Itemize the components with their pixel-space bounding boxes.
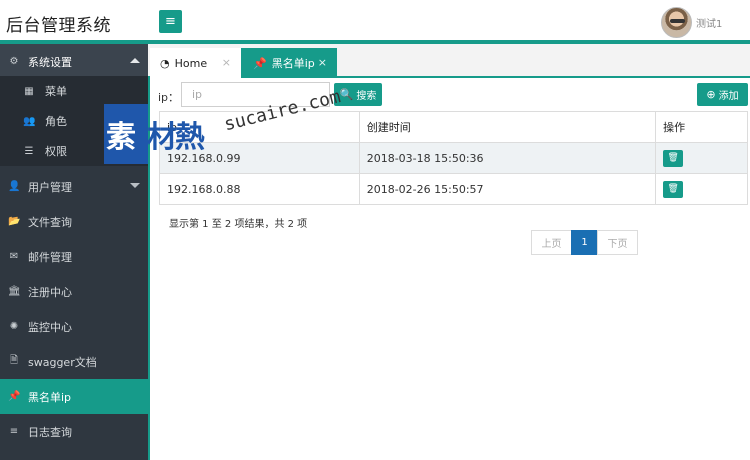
envelope-icon: ✉ <box>9 251 19 262</box>
watermark-text: 素 <box>106 120 136 155</box>
bank-icon: 🏛 <box>8 286 21 297</box>
dashboard-icon: ◔ <box>160 56 170 70</box>
list-icon: ☰ <box>24 145 34 157</box>
add-button[interactable]: ⊕ 添加 <box>697 83 748 106</box>
pagination: 上页 1 下页 <box>531 230 638 255</box>
user-name[interactable]: 测试1 <box>696 15 722 30</box>
sidebar-item-monitor[interactable]: ✺ 监控中心 <box>0 309 148 344</box>
table-row: 192.168.0.99 2018-03-18 15:50:36 🗑 <box>159 142 748 174</box>
close-icon[interactable]: × <box>318 56 327 69</box>
sidebar-toggle-button[interactable]: ≡ <box>159 10 182 33</box>
submenu-item-label: 菜单 <box>45 85 67 98</box>
top-header: 后台管理系统 ≡ 测试1 <box>0 0 750 44</box>
cell-created: 2018-03-18 15:50:36 <box>358 142 657 174</box>
user-icon: 👤 <box>8 181 21 192</box>
app-title: 后台管理系统 <box>6 16 111 36</box>
tab-bar: ◔ Home × 📌 黑名单ip × <box>148 44 750 78</box>
add-button-label: 添加 <box>718 91 739 102</box>
pagination-summary: 显示第 1 至 2 项结果，共 2 项 <box>169 219 308 230</box>
prev-page-button[interactable]: 上页 <box>531 230 572 255</box>
cell-created: 2018-02-26 15:50:57 <box>358 173 657 205</box>
sidebar-item-label: swagger文档 <box>28 355 97 369</box>
caret-up-icon <box>130 58 140 63</box>
sidebar-item-label: 监控中心 <box>28 320 72 334</box>
tab-home[interactable]: ◔ Home × <box>150 48 241 78</box>
sidebar-item-label: 文件查询 <box>28 215 72 229</box>
sidebar-item-label: 用户管理 <box>28 180 72 194</box>
sidebar-item-user-management[interactable]: 👤 用户管理 <box>0 169 148 204</box>
sidebar-item-blacklist-ip[interactable]: 📌 黑名单ip <box>0 379 148 414</box>
sidebar-item-swagger[interactable]: 🗎 swagger文档 <box>0 344 148 379</box>
delete-button[interactable]: 🗑 <box>663 180 684 198</box>
sidebar-item-file-query[interactable]: 📂 文件查询 <box>0 204 148 239</box>
page-1-button[interactable]: 1 <box>571 230 598 255</box>
submenu-item-label: 角色 <box>45 115 67 128</box>
pin-icon: 📌 <box>253 56 267 70</box>
tab-label: Home <box>174 56 208 70</box>
file-icon: 🗎 <box>9 355 19 366</box>
column-header-actions: 操作 <box>655 111 748 143</box>
sidebar-item-label: 系统设置 <box>28 55 72 69</box>
hamburger-icon: ≡ <box>165 14 176 29</box>
column-header-created[interactable]: 创建时间 <box>358 111 657 143</box>
sidebar-item-label: 注册中心 <box>28 285 72 299</box>
sidebar-item-registry[interactable]: 🏛 注册中心 <box>0 274 148 309</box>
sidebar-item-system-settings[interactable]: ⚙ 系统设置 <box>0 44 148 79</box>
sidebar-item-log-query[interactable]: ≡ 日志查询 <box>0 414 148 449</box>
windows-icon: ▦ <box>24 85 34 97</box>
sidebar-item-label: 日志查询 <box>28 425 72 439</box>
search-icon: 🔍 <box>339 88 354 101</box>
plus-circle-icon: ⊕ <box>706 88 716 101</box>
sidebar-item-label: 黑名单ip <box>28 390 72 404</box>
tab-blacklist-ip[interactable]: 📌 黑名单ip × <box>241 48 337 78</box>
search-button-label: 搜索 <box>356 91 377 102</box>
caret-down-icon <box>130 183 140 188</box>
spinner-icon: ✺ <box>9 321 19 332</box>
list-icon: ≡ <box>9 426 19 437</box>
delete-button[interactable]: 🗑 <box>663 149 684 167</box>
cell-ip: 192.168.0.88 <box>159 173 360 205</box>
cell-actions: 🗑 <box>655 142 748 174</box>
cogs-icon: ⚙ <box>9 56 19 67</box>
close-icon[interactable]: × <box>222 56 231 69</box>
trash-icon: 🗑 <box>667 184 679 194</box>
watermark-text: 材熱 <box>147 120 205 155</box>
user-avatar[interactable] <box>661 7 692 38</box>
cell-actions: 🗑 <box>655 173 748 205</box>
next-page-button[interactable]: 下页 <box>597 230 638 255</box>
sidebar-item-label: 邮件管理 <box>28 250 72 264</box>
submenu-item-label: 权限 <box>45 145 67 158</box>
tab-label: 黑名单ip <box>271 57 315 70</box>
folder-icon: 📂 <box>8 216 21 227</box>
ip-filter-label: ip： <box>158 91 180 104</box>
sidebar-item-mail[interactable]: ✉ 邮件管理 <box>0 239 148 274</box>
table-row: 192.168.0.88 2018-02-26 15:50:57 🗑 <box>159 173 748 205</box>
pin-icon: 📌 <box>8 391 21 402</box>
trash-icon: 🗑 <box>667 153 679 163</box>
users-icon: 👥 <box>23 115 36 127</box>
submenu-item-menu[interactable]: ▦ 菜单 <box>0 76 148 106</box>
